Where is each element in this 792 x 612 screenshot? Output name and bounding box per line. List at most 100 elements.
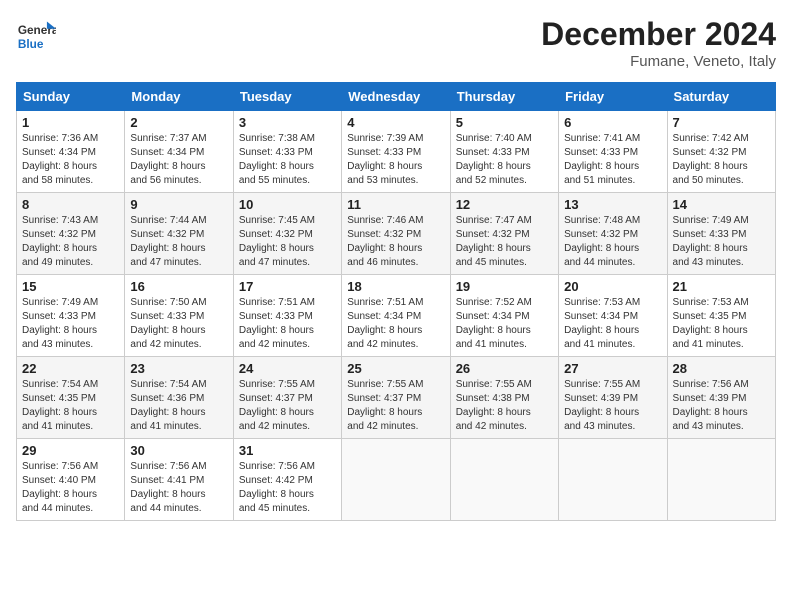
weekday-header: Tuesday bbox=[233, 83, 341, 111]
calendar-cell: 18 Sunrise: 7:51 AMSunset: 4:34 PMDayligh… bbox=[342, 275, 450, 357]
day-number: 13 bbox=[564, 197, 661, 212]
calendar-cell: 23 Sunrise: 7:54 AMSunset: 4:36 PMDayligh… bbox=[125, 357, 233, 439]
calendar-cell: 3Sunrise: 7:38 AMSunset: 4:33 PMDaylight… bbox=[233, 111, 341, 193]
day-info: Sunrise: 7:50 AMSunset: 4:33 PMDaylight:… bbox=[130, 296, 227, 352]
day-number: 10 bbox=[239, 197, 336, 212]
day-info: Sunrise: 7:44 AMSunset: 4:32 PMDaylight:… bbox=[130, 214, 227, 270]
day-info: Sunrise: 7:51 AMSunset: 4:34 PMDaylight:… bbox=[347, 296, 444, 352]
day-info: Sunrise: 7:56 AMSunset: 4:41 PMDaylight:… bbox=[130, 460, 227, 516]
day-number: 31 bbox=[239, 443, 336, 458]
day-info: Sunrise: 7:36 AMSunset: 4:34 PMDaylight:… bbox=[22, 132, 119, 188]
calendar-cell: 10 Sunrise: 7:45 AMSunset: 4:32 PMDayligh… bbox=[233, 193, 341, 275]
day-number: 25 bbox=[347, 361, 444, 376]
day-number: 6 bbox=[564, 115, 661, 130]
weekday-header: Friday bbox=[559, 83, 667, 111]
logo: General Blue bbox=[16, 16, 60, 56]
day-number: 30 bbox=[130, 443, 227, 458]
calendar-cell: 9 Sunrise: 7:44 AMSunset: 4:32 PMDaylight… bbox=[125, 193, 233, 275]
calendar-cell: 28 Sunrise: 7:56 AMSunset: 4:39 PMDayligh… bbox=[667, 357, 775, 439]
day-info: Sunrise: 7:43 AMSunset: 4:32 PMDaylight:… bbox=[22, 214, 119, 270]
weekday-header: Saturday bbox=[667, 83, 775, 111]
calendar-cell: 5Sunrise: 7:40 AMSunset: 4:33 PMDaylight… bbox=[450, 111, 558, 193]
day-number: 12 bbox=[456, 197, 553, 212]
day-number: 21 bbox=[673, 279, 770, 294]
day-number: 22 bbox=[22, 361, 119, 376]
weekday-header: Wednesday bbox=[342, 83, 450, 111]
calendar-header-row: SundayMondayTuesdayWednesdayThursdayFrid… bbox=[17, 83, 776, 111]
calendar-cell: 27 Sunrise: 7:55 AMSunset: 4:39 PMDayligh… bbox=[559, 357, 667, 439]
page-header: General Blue December 2024 Fumane, Venet… bbox=[16, 16, 776, 70]
day-number: 26 bbox=[456, 361, 553, 376]
day-number: 1 bbox=[22, 115, 119, 130]
calendar-cell: 16Sunrise: 7:50 AMSunset: 4:33 PMDayligh… bbox=[125, 275, 233, 357]
day-number: 29 bbox=[22, 443, 119, 458]
weekday-header: Sunday bbox=[17, 83, 125, 111]
location-title: Fumane, Veneto, Italy bbox=[541, 53, 776, 70]
weekday-header: Thursday bbox=[450, 83, 558, 111]
day-info: Sunrise: 7:46 AMSunset: 4:32 PMDaylight:… bbox=[347, 214, 444, 270]
calendar-cell: 26 Sunrise: 7:55 AMSunset: 4:38 PMDayligh… bbox=[450, 357, 558, 439]
day-number: 18 bbox=[347, 279, 444, 294]
day-number: 15 bbox=[22, 279, 119, 294]
month-title: December 2024 bbox=[541, 16, 776, 53]
day-info: Sunrise: 7:55 AMSunset: 4:37 PMDaylight:… bbox=[239, 378, 336, 434]
day-info: Sunrise: 7:56 AMSunset: 4:39 PMDaylight:… bbox=[673, 378, 770, 434]
calendar-cell: 13 Sunrise: 7:48 AMSunset: 4:32 PMDayligh… bbox=[559, 193, 667, 275]
calendar-week-row: 1 Sunrise: 7:36 AMSunset: 4:34 PMDaylight… bbox=[17, 111, 776, 193]
svg-text:Blue: Blue bbox=[18, 37, 44, 51]
day-number: 7 bbox=[673, 115, 770, 130]
day-info: Sunrise: 7:45 AMSunset: 4:32 PMDaylight:… bbox=[239, 214, 336, 270]
day-info: Sunrise: 7:49 AMSunset: 4:33 PMDaylight:… bbox=[22, 296, 119, 352]
day-number: 27 bbox=[564, 361, 661, 376]
day-info: Sunrise: 7:56 AMSunset: 4:40 PMDaylight:… bbox=[22, 460, 119, 516]
calendar-cell: 30 Sunrise: 7:56 AMSunset: 4:41 PMDayligh… bbox=[125, 439, 233, 521]
calendar-week-row: 8 Sunrise: 7:43 AMSunset: 4:32 PMDaylight… bbox=[17, 193, 776, 275]
calendar-cell bbox=[667, 439, 775, 521]
calendar-cell: 31Sunrise: 7:56 AMSunset: 4:42 PMDayligh… bbox=[233, 439, 341, 521]
day-number: 9 bbox=[130, 197, 227, 212]
calendar-cell bbox=[559, 439, 667, 521]
calendar-cell: 19Sunrise: 7:52 AMSunset: 4:34 PMDayligh… bbox=[450, 275, 558, 357]
day-number: 19 bbox=[456, 279, 553, 294]
calendar-cell: 7 Sunrise: 7:42 AMSunset: 4:32 PMDaylight… bbox=[667, 111, 775, 193]
calendar-cell: 4Sunrise: 7:39 AMSunset: 4:33 PMDaylight… bbox=[342, 111, 450, 193]
weekday-header: Monday bbox=[125, 83, 233, 111]
day-number: 4 bbox=[347, 115, 444, 130]
calendar-cell: 1 Sunrise: 7:36 AMSunset: 4:34 PMDaylight… bbox=[17, 111, 125, 193]
day-number: 17 bbox=[239, 279, 336, 294]
calendar-cell: 20 Sunrise: 7:53 AMSunset: 4:34 PMDayligh… bbox=[559, 275, 667, 357]
day-info: Sunrise: 7:48 AMSunset: 4:32 PMDaylight:… bbox=[564, 214, 661, 270]
calendar-cell: 25Sunrise: 7:55 AMSunset: 4:37 PMDayligh… bbox=[342, 357, 450, 439]
calendar-cell: 15 Sunrise: 7:49 AMSunset: 4:33 PMDayligh… bbox=[17, 275, 125, 357]
day-info: Sunrise: 7:42 AMSunset: 4:32 PMDaylight:… bbox=[673, 132, 770, 188]
calendar-cell: 14 Sunrise: 7:49 AMSunset: 4:33 PMDayligh… bbox=[667, 193, 775, 275]
day-info: Sunrise: 7:51 AMSunset: 4:33 PMDaylight:… bbox=[239, 296, 336, 352]
day-info: Sunrise: 7:49 AMSunset: 4:33 PMDaylight:… bbox=[673, 214, 770, 270]
day-info: Sunrise: 7:55 AMSunset: 4:38 PMDaylight:… bbox=[456, 378, 553, 434]
calendar-cell bbox=[450, 439, 558, 521]
day-number: 28 bbox=[673, 361, 770, 376]
calendar-cell: 24Sunrise: 7:55 AMSunset: 4:37 PMDayligh… bbox=[233, 357, 341, 439]
calendar-week-row: 29 Sunrise: 7:56 AMSunset: 4:40 PMDayligh… bbox=[17, 439, 776, 521]
calendar-cell: 11Sunrise: 7:46 AMSunset: 4:32 PMDayligh… bbox=[342, 193, 450, 275]
day-info: Sunrise: 7:55 AMSunset: 4:39 PMDaylight:… bbox=[564, 378, 661, 434]
day-info: Sunrise: 7:54 AMSunset: 4:36 PMDaylight:… bbox=[130, 378, 227, 434]
day-info: Sunrise: 7:53 AMSunset: 4:34 PMDaylight:… bbox=[564, 296, 661, 352]
day-number: 14 bbox=[673, 197, 770, 212]
day-info: Sunrise: 7:41 AMSunset: 4:33 PMDaylight:… bbox=[564, 132, 661, 188]
calendar-cell: 2 Sunrise: 7:37 AMSunset: 4:34 PMDaylight… bbox=[125, 111, 233, 193]
day-number: 3 bbox=[239, 115, 336, 130]
calendar-cell: 21 Sunrise: 7:53 AMSunset: 4:35 PMDayligh… bbox=[667, 275, 775, 357]
calendar-cell: 6 Sunrise: 7:41 AMSunset: 4:33 PMDaylight… bbox=[559, 111, 667, 193]
logo-icon: General Blue bbox=[16, 16, 56, 56]
calendar-cell: 29 Sunrise: 7:56 AMSunset: 4:40 PMDayligh… bbox=[17, 439, 125, 521]
day-number: 23 bbox=[130, 361, 227, 376]
day-number: 2 bbox=[130, 115, 227, 130]
day-info: Sunrise: 7:37 AMSunset: 4:34 PMDaylight:… bbox=[130, 132, 227, 188]
calendar-cell bbox=[342, 439, 450, 521]
day-number: 8 bbox=[22, 197, 119, 212]
calendar-week-row: 22Sunrise: 7:54 AMSunset: 4:35 PMDayligh… bbox=[17, 357, 776, 439]
day-info: Sunrise: 7:53 AMSunset: 4:35 PMDaylight:… bbox=[673, 296, 770, 352]
day-number: 20 bbox=[564, 279, 661, 294]
title-block: December 2024 Fumane, Veneto, Italy bbox=[541, 16, 776, 70]
